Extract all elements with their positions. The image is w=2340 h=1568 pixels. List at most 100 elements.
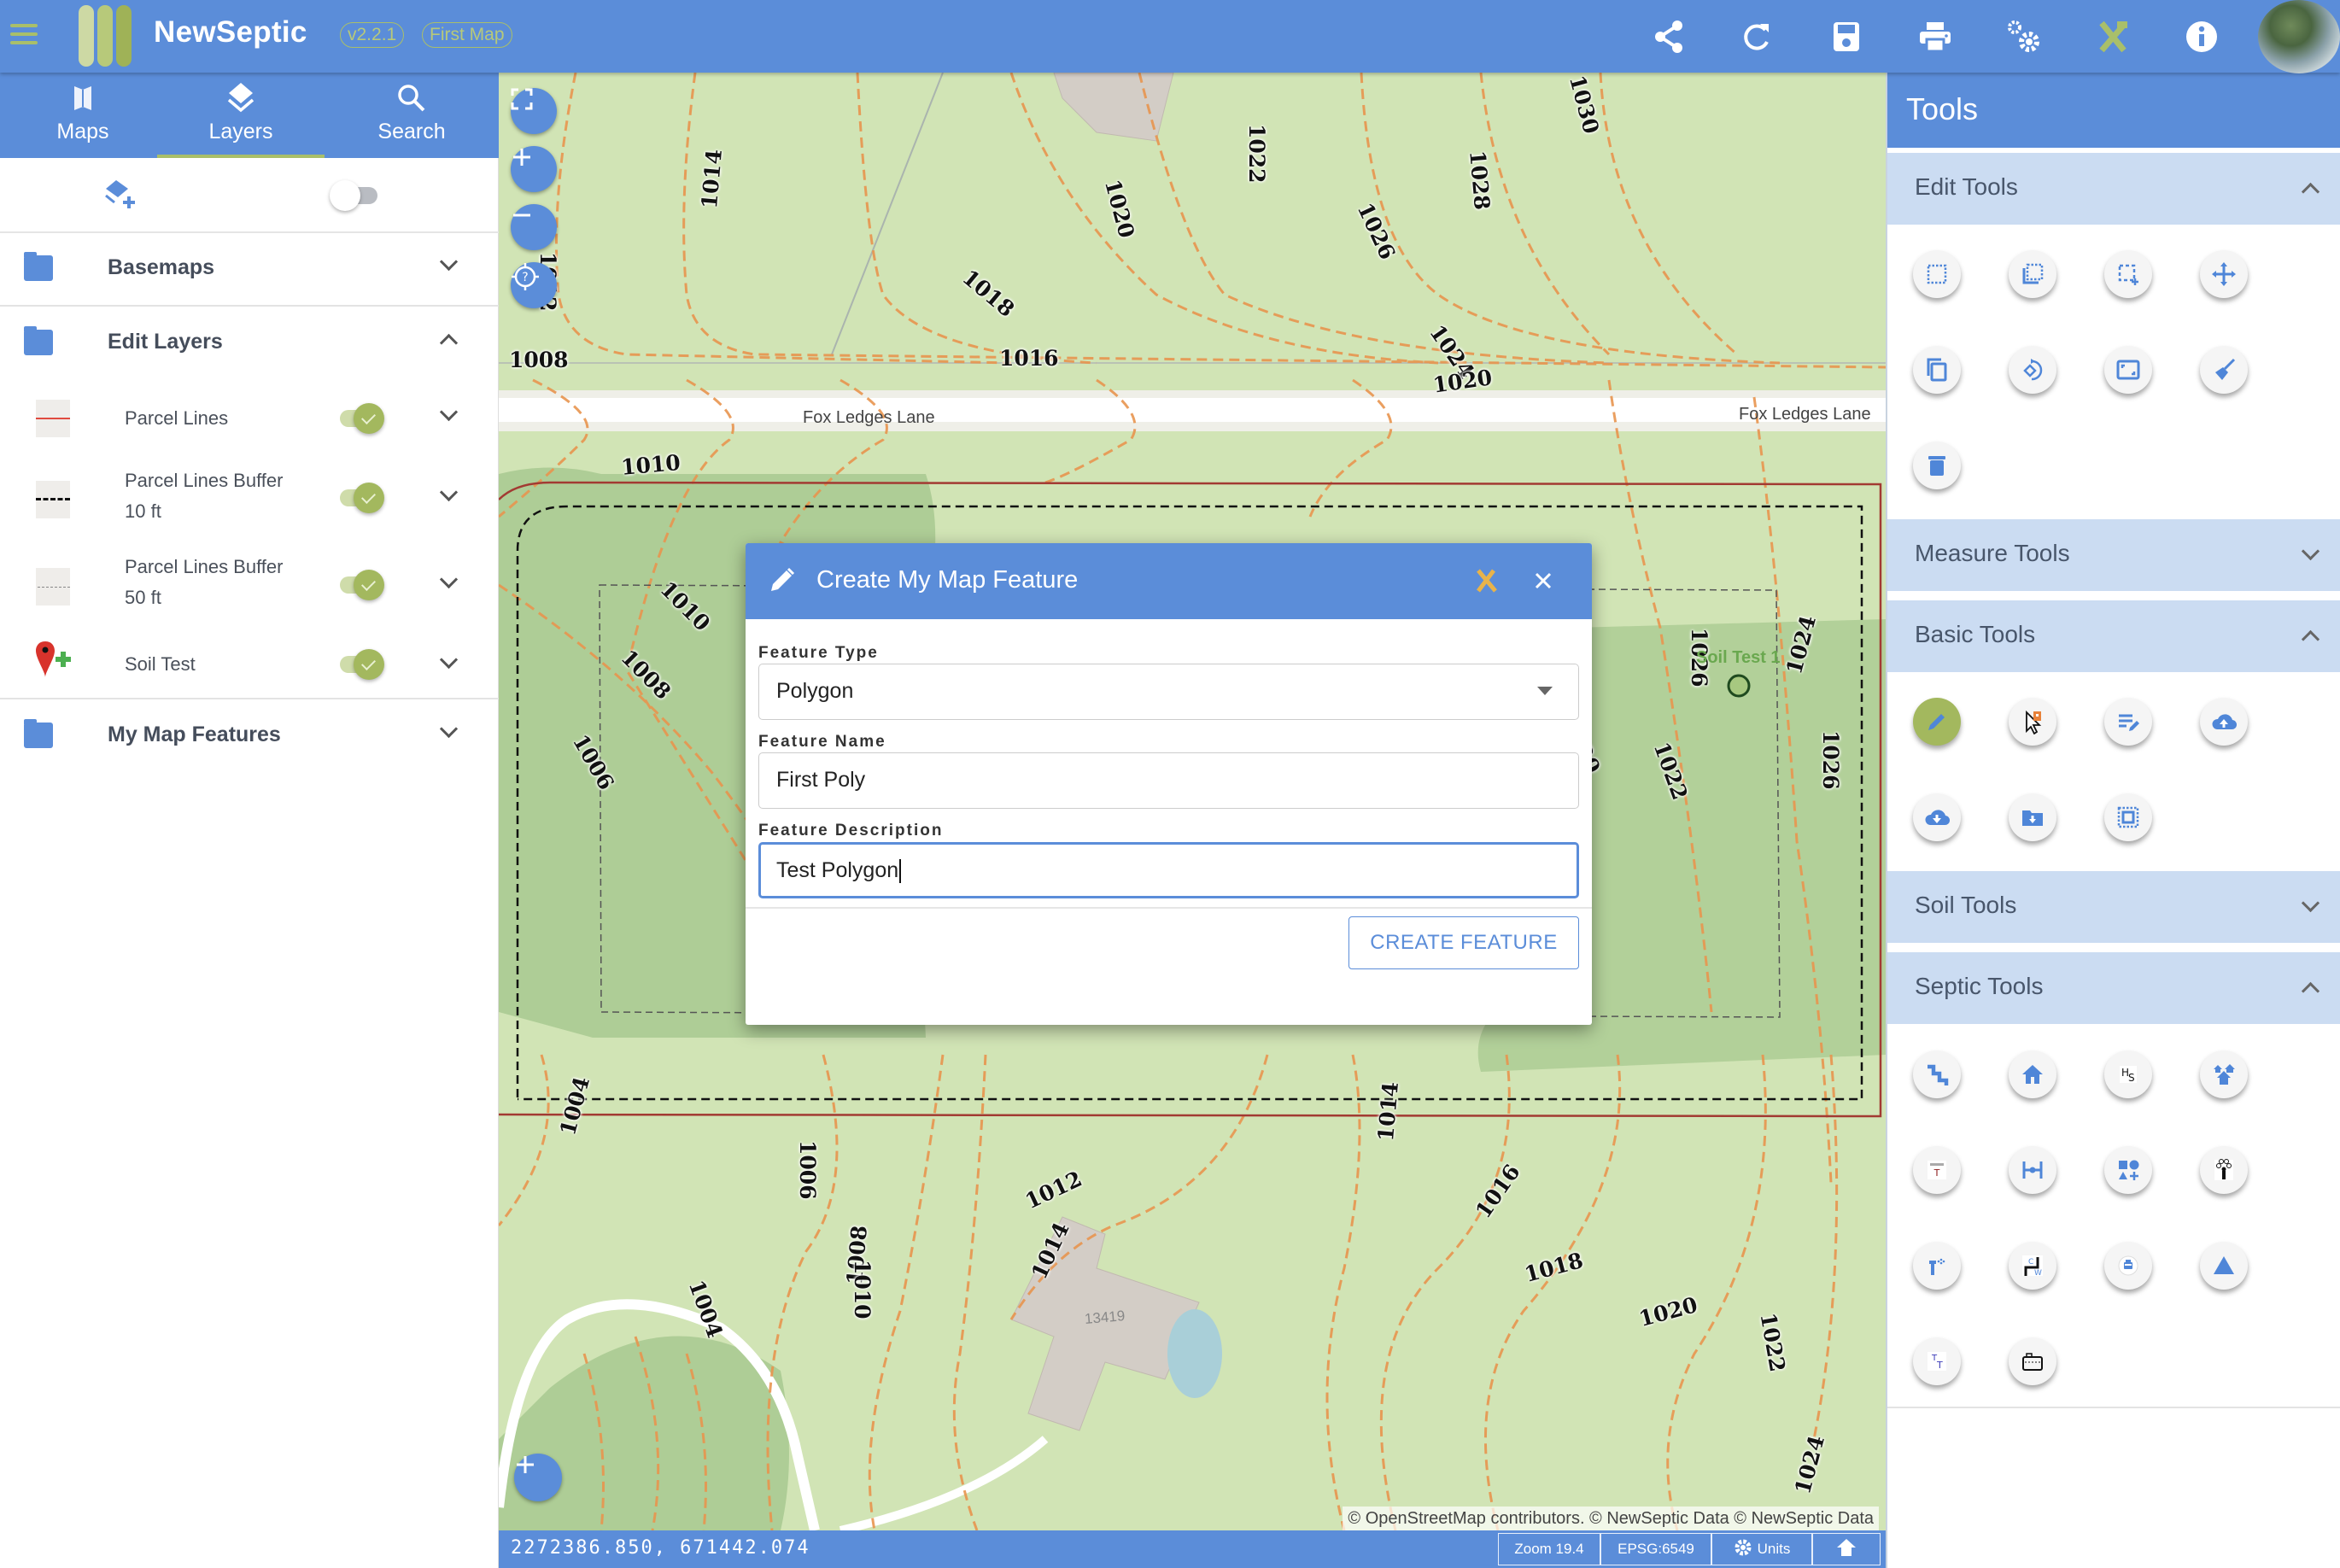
layer-row-parcel-lines-buffer-10ft[interactable]: Parcel Lines Buffer 10 ft — [0, 457, 499, 542]
create-feature-button[interactable]: CREATE FEATURE — [1348, 916, 1579, 969]
chevron-down-icon[interactable] — [439, 406, 458, 424]
fullscreen-button[interactable] — [511, 88, 557, 134]
add-layer-icon[interactable] — [102, 177, 137, 211]
tool-select-area-button[interactable] — [2104, 793, 2152, 841]
locate-button[interactable]: ? — [511, 262, 557, 308]
tool-pump-chamber-button[interactable] — [2104, 1242, 2152, 1290]
zoom-out-button[interactable] — [511, 204, 557, 250]
tool-pipe-button[interactable] — [1913, 1050, 1961, 1098]
tool-move-button[interactable] — [2200, 250, 2248, 298]
tool-tank-button[interactable] — [2009, 1337, 2056, 1385]
menu-icon[interactable] — [7, 17, 41, 51]
feature-type-select[interactable]: Polygon — [758, 664, 1579, 720]
download-cloud-icon — [1925, 810, 1950, 826]
layer-row-parcel-lines-buffer-50ft[interactable]: Parcel Lines Buffer 50 ft — [0, 542, 499, 628]
tool-point-marker-button[interactable] — [2009, 698, 2056, 746]
tool-edit-text-button[interactable] — [2104, 698, 2152, 746]
chevron-up-icon[interactable] — [2301, 626, 2320, 645]
tool-clear-button[interactable] — [2200, 346, 2248, 394]
chevron-up-icon[interactable] — [2301, 978, 2320, 997]
tool-upload-cloud-button[interactable] — [2200, 698, 2248, 746]
tools-icon[interactable] — [2093, 17, 2132, 56]
info-icon[interactable] — [2182, 17, 2221, 56]
units-button[interactable]: Units — [1711, 1533, 1812, 1565]
soil-test-point[interactable] — [1727, 674, 1751, 698]
chevron-up-icon[interactable] — [439, 330, 458, 348]
section-measure-tools[interactable]: Measure Tools — [1887, 519, 2340, 591]
road-label: Fox Ledges Lane — [1739, 405, 1871, 424]
home-button[interactable] — [1812, 1533, 1881, 1565]
section-soil-tools[interactable]: Soil Tools — [1887, 871, 2340, 943]
contour-label: 1022 — [1244, 124, 1269, 184]
layer-row-parcel-lines[interactable]: Parcel Lines — [0, 380, 499, 457]
chevron-down-icon[interactable] — [2301, 897, 2320, 916]
tool-shapes-add-button[interactable] — [2104, 1146, 2152, 1194]
point-marker-icon — [2026, 710, 2042, 734]
tool-delete-button[interactable] — [1913, 442, 1961, 489]
upload-cloud-icon — [2212, 714, 2237, 730]
print-icon[interactable] — [1916, 17, 1955, 56]
chevron-down-icon[interactable] — [439, 723, 458, 741]
section-edit-tools[interactable]: Edit Tools — [1887, 153, 2340, 225]
layer-visibility-toggle[interactable] — [333, 649, 384, 680]
tool-copy-button[interactable] — [1913, 346, 1961, 394]
tool-select-corner-button[interactable] — [2009, 250, 2056, 298]
chevron-down-icon[interactable] — [439, 486, 458, 505]
tool-triangle-button[interactable] — [2200, 1242, 2248, 1290]
tool-download-cloud-button[interactable] — [1913, 793, 1961, 841]
save-icon[interactable] — [1827, 17, 1866, 56]
feature-description-input[interactable]: Test Polygon — [758, 842, 1579, 898]
tab-layers[interactable]: Layers — [157, 73, 325, 158]
settings-icon[interactable] — [2004, 17, 2044, 56]
edit-text-icon — [2119, 714, 2139, 731]
feature-name-input[interactable]: First Poly — [758, 752, 1579, 809]
tools-icon[interactable] — [1473, 567, 1501, 594]
section-name: Basic Tools — [1915, 621, 2036, 647]
group-basemaps[interactable]: Basemaps — [0, 231, 499, 305]
group-edit-layers[interactable]: Edit Layers — [0, 306, 499, 379]
share-icon[interactable] — [1649, 17, 1688, 56]
refresh-icon[interactable] — [1738, 17, 1777, 56]
layers-master-toggle[interactable] — [330, 180, 381, 211]
tool-tt-label-button[interactable]: TT — [1913, 1337, 1961, 1385]
tool-resize-button[interactable] — [2104, 346, 2152, 394]
tool-download-folder-button[interactable] — [2009, 793, 2056, 841]
tool-select-box-button[interactable] — [1913, 250, 1961, 298]
user-avatar[interactable] — [2258, 0, 2340, 73]
tool-cw-pipe-button[interactable]: CW — [2009, 1242, 2056, 1290]
projection-epsg[interactable]: EPSG:6549 — [1600, 1533, 1711, 1565]
map-attribution[interactable]: © OpenStreetMap contributors. © NewSepti… — [1343, 1507, 1879, 1530]
tool-t-label-button[interactable]: T — [1913, 1146, 1961, 1194]
tool-person-abcd-button[interactable] — [2200, 1146, 2248, 1194]
dimension-icon — [2022, 1161, 2043, 1179]
chevron-down-icon[interactable] — [439, 255, 458, 274]
map-name-badge: First Map — [422, 22, 512, 48]
chevron-down-icon[interactable] — [2301, 545, 2320, 564]
tool-house-button[interactable] — [2009, 1050, 2056, 1098]
layer-visibility-toggle[interactable] — [333, 403, 384, 434]
tab-maps[interactable]: Maps — [0, 73, 166, 158]
tool-add-selection-button[interactable] — [2104, 250, 2152, 298]
tab-search[interactable]: Search — [328, 73, 495, 158]
chevron-down-icon[interactable] — [439, 653, 458, 672]
chevron-down-icon[interactable] — [439, 573, 458, 592]
tool-draw-feature-button[interactable] — [1913, 698, 1961, 746]
group-name: Basemaps — [108, 255, 215, 279]
tool-rotate-button[interactable] — [2009, 346, 2056, 394]
layer-row-soil-test[interactable]: Soil Test — [0, 628, 499, 701]
gear-icon — [1734, 1537, 1752, 1556]
tool-houses-button[interactable] — [2200, 1050, 2248, 1098]
tool-sprinkler-button[interactable] — [1913, 1242, 1961, 1290]
zoom-in-button[interactable] — [511, 146, 557, 192]
layer-visibility-toggle[interactable] — [333, 570, 384, 600]
section-septic-tools[interactable]: Septic Tools — [1887, 952, 2340, 1024]
tool-dimension-button[interactable] — [2009, 1146, 2056, 1194]
tool-hs-label-button[interactable]: HS — [2104, 1050, 2152, 1098]
add-selection-icon — [2118, 264, 2138, 285]
layer-visibility-toggle[interactable] — [333, 483, 384, 513]
add-feature-button[interactable] — [514, 1454, 562, 1501]
close-icon[interactable] — [1530, 567, 1557, 594]
section-basic-tools[interactable]: Basic Tools — [1887, 600, 2340, 672]
group-my-map-features[interactable]: My Map Features — [0, 699, 499, 772]
chevron-up-icon[interactable] — [2301, 178, 2320, 197]
